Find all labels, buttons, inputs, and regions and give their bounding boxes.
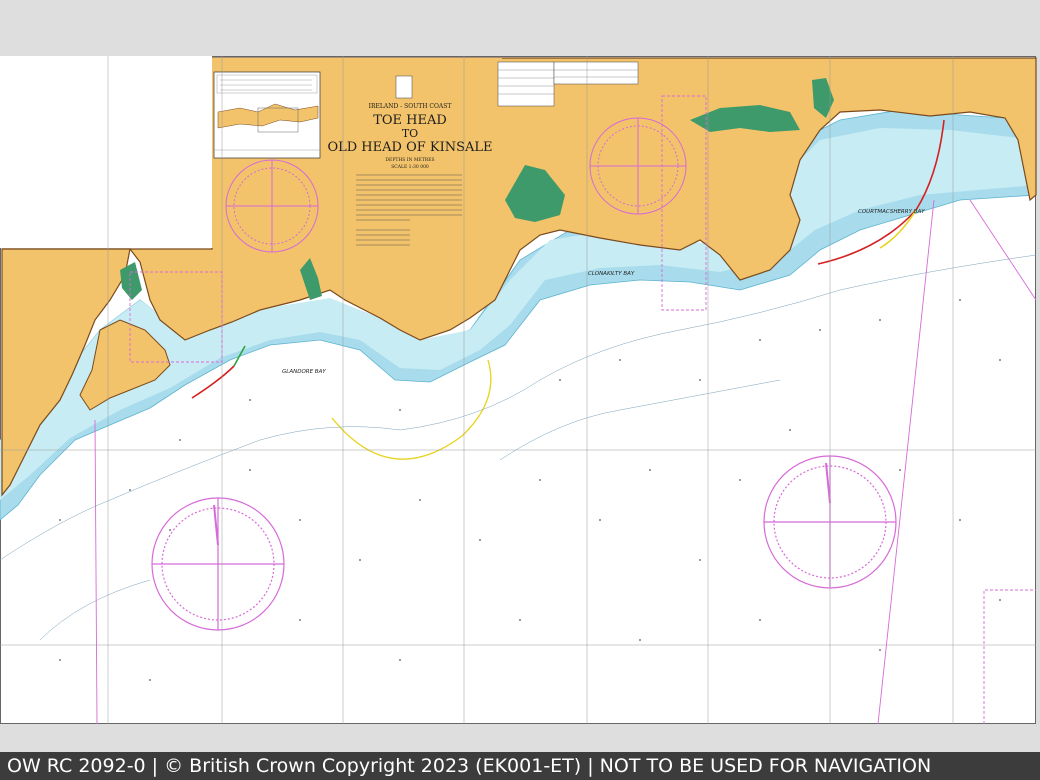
compass-rose-topcenter <box>589 117 687 215</box>
nautical-chart: IRELAND - SOUTH COAST TOE HEAD TO OLD HE… <box>0 56 1037 725</box>
copyright-footer: OW RC 2092-0 | © British Crown Copyright… <box>0 752 1040 780</box>
label-courtmacsherry-bay: COURTMACSHERRY BAY <box>858 209 925 215</box>
label-clonakilty-bay: CLONAKILTY BAY <box>588 271 635 277</box>
title-line1: TOE HEAD <box>373 113 447 128</box>
title-line2: TO <box>402 127 418 140</box>
compass-rose-topleft <box>225 159 319 253</box>
title-line3: OLD HEAD OF KINSALE <box>327 140 492 155</box>
bottom-margin <box>0 724 1040 752</box>
label-glandore-bay: GLANDORE BAY <box>282 369 326 375</box>
blank-corner <box>0 56 212 248</box>
title-symbol <box>395 75 413 99</box>
depths-label: DEPTHS IN METRES <box>385 157 434 163</box>
source-inset <box>213 71 321 159</box>
scale-label: SCALE 1:30 000 <box>391 164 429 170</box>
title-region: IRELAND - SOUTH COAST <box>369 103 452 110</box>
